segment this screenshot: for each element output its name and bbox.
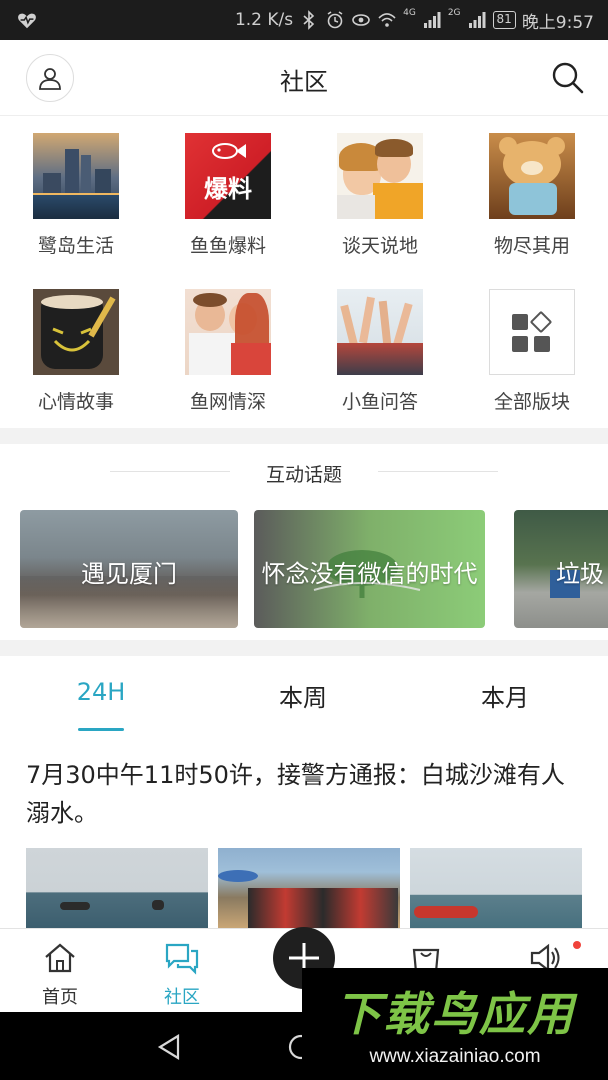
tab-month[interactable]: 本月 xyxy=(445,678,565,713)
search-icon[interactable] xyxy=(550,60,586,96)
grid-icon xyxy=(512,311,552,352)
signal-bars-icon xyxy=(423,12,441,28)
active-tab-indicator xyxy=(78,728,124,731)
raised-hands-image xyxy=(337,289,423,375)
section-item-lutao-life[interactable]: 鹭岛生活 xyxy=(16,133,136,258)
section-label: 谈天说地 xyxy=(341,235,418,257)
topic-card[interactable]: 垃圾 xyxy=(514,510,608,628)
topic-card[interactable]: 怀念没有微信的时代 xyxy=(254,510,485,628)
post-image[interactable] xyxy=(218,848,400,928)
watermark-title: 下载鸟应用 xyxy=(335,987,575,1041)
alarm-icon xyxy=(327,11,343,29)
fish-icon xyxy=(212,143,246,159)
wifi-icon xyxy=(378,13,396,27)
status-bar: 1.2 K/s 4G 2G 81 晚上9:57 xyxy=(0,0,608,40)
section-item-qa[interactable]: 小鱼问答 xyxy=(320,289,440,414)
network-speed: 1.2 K/s xyxy=(234,10,294,30)
battery-indicator: 81 xyxy=(492,11,516,29)
back-icon[interactable] xyxy=(154,1032,184,1062)
section-divider xyxy=(0,640,608,656)
all-sections-tile xyxy=(489,289,575,375)
coffee-cup-image xyxy=(33,289,119,375)
section-label: 物尽其用 xyxy=(493,235,570,257)
swimmer xyxy=(60,902,90,910)
interactive-topics: 互动话题 遇见厦门 怀念没有微信的时代 垃圾 xyxy=(0,444,608,640)
time-filter-tabs: 24H 本周 本月 xyxy=(0,656,608,744)
section-grid: 鹭岛生活 爆料 鱼鱼爆料 谈天说地 物尽其用 心情故事 鱼网情深 小鱼问答 全部… xyxy=(0,116,608,428)
home-icon xyxy=(45,943,75,973)
post-title[interactable]: 7月30中午11时50许，接警方通报：白城沙滩有人溺水。 xyxy=(26,756,586,832)
teddy-bear-image xyxy=(489,133,575,219)
section-item-fishnet-love[interactable]: 鱼网情深 xyxy=(168,289,288,414)
couple-image xyxy=(185,289,271,375)
section-divider xyxy=(0,428,608,444)
section-label: 小鱼问答 xyxy=(341,391,418,413)
signal-4g-label: 4G xyxy=(403,8,416,18)
section-label: 鱼鱼爆料 xyxy=(189,235,266,257)
tab-24h[interactable]: 24H xyxy=(41,678,161,706)
topic-label: 遇见厦门 xyxy=(81,560,177,588)
rescue-crew xyxy=(248,888,398,928)
topics-header: 互动话题 xyxy=(110,460,498,486)
topic-card[interactable]: 遇见厦门 xyxy=(20,510,238,628)
bluetooth-icon xyxy=(303,10,315,30)
watermark-logo: 下载鸟应用 www.xiazainiao.com xyxy=(302,968,608,1080)
signal-2g-label: 2G xyxy=(447,8,461,18)
section-item-reuse[interactable]: 物尽其用 xyxy=(472,133,592,258)
watermark-url: www.xiazainiao.com xyxy=(369,1046,541,1067)
topic-label: 垃圾 xyxy=(556,560,604,588)
post-image[interactable] xyxy=(410,848,582,928)
fish-news-badge: 爆料 xyxy=(204,175,252,203)
swimmer xyxy=(152,900,164,910)
fish-news-image: 爆料 xyxy=(185,133,271,219)
page-title: 社区 xyxy=(280,68,328,96)
section-label: 心情故事 xyxy=(37,391,114,413)
health-heart-icon xyxy=(18,13,36,29)
post-image[interactable] xyxy=(26,848,208,928)
app-header: 社区 xyxy=(0,40,608,116)
topics-title: 互动话题 xyxy=(265,464,342,486)
smiley-icon xyxy=(52,327,92,352)
nav-label: 社区 xyxy=(164,987,200,1008)
section-item-mood-stories[interactable]: 心情故事 xyxy=(16,289,136,414)
nav-label: 首页 xyxy=(42,987,78,1008)
section-item-chat[interactable]: 谈天说地 xyxy=(320,133,440,258)
section-label: 鹭岛生活 xyxy=(37,235,114,257)
topic-label: 怀念没有微信的时代 xyxy=(261,560,478,588)
section-item-fish-news[interactable]: 爆料 鱼鱼爆料 xyxy=(168,133,288,258)
notification-dot xyxy=(573,941,581,949)
chat-icon xyxy=(165,943,199,975)
clock: 晚上9:57 xyxy=(521,12,594,33)
kids-whisper-image xyxy=(337,133,423,219)
nav-community[interactable]: 社区 xyxy=(142,941,222,1009)
signal-bars-2-icon xyxy=(468,12,486,28)
tab-week[interactable]: 本周 xyxy=(243,678,363,713)
umbrella xyxy=(218,870,258,882)
section-label: 鱼网情深 xyxy=(189,391,266,413)
section-item-all-sections[interactable]: 全部版块 xyxy=(472,289,592,414)
section-label: 全部版块 xyxy=(493,391,570,413)
rescue-boat xyxy=(414,906,478,918)
nav-home[interactable]: 首页 xyxy=(20,941,100,1009)
city-skyline-image xyxy=(33,133,119,219)
eye-comfort-icon xyxy=(352,14,370,26)
